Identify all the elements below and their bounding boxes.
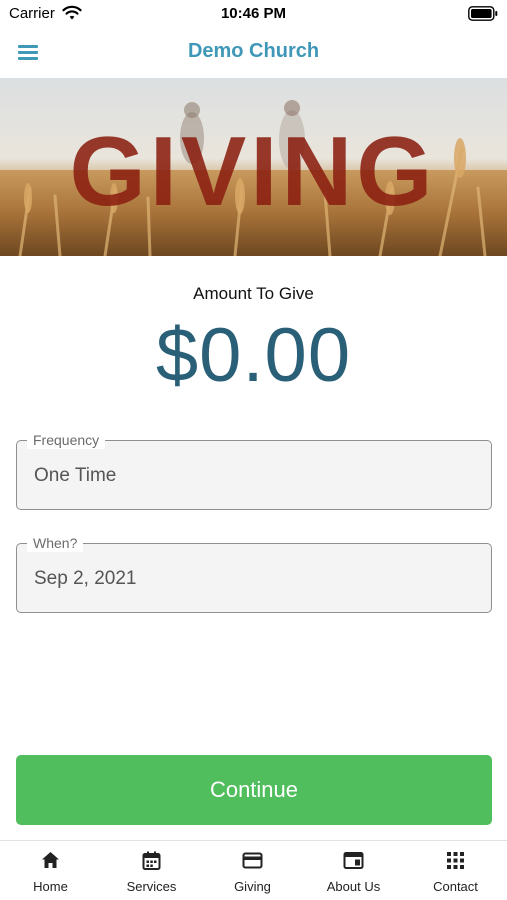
- continue-button[interactable]: Continue: [16, 755, 492, 825]
- tab-services-label: Services: [126, 879, 177, 894]
- when-field-value: Sep 2, 2021: [34, 568, 137, 589]
- home-icon: [42, 852, 59, 868]
- calendar-icon: [142, 851, 161, 870]
- tab-contact-label: Contact: [433, 879, 478, 894]
- amount-value[interactable]: $0.00: [0, 312, 507, 399]
- browser-window-icon: [343, 852, 364, 869]
- tab-bar: Home Services Giving About Us Contact: [0, 840, 507, 900]
- tab-services[interactable]: Services: [101, 841, 202, 900]
- tab-contact[interactable]: Contact: [405, 841, 506, 900]
- credit-card-icon: [242, 852, 263, 869]
- tab-giving-label: Giving: [234, 879, 271, 894]
- tab-giving[interactable]: Giving: [202, 841, 303, 900]
- frequency-field-value: One Time: [34, 465, 117, 486]
- amount-label: Amount To Give: [193, 284, 314, 303]
- when-field-label: When?: [27, 534, 84, 552]
- frequency-field[interactable]: Frequency One Time: [16, 431, 492, 510]
- page-title: Demo Church: [187, 40, 320, 62]
- navigation-bar: Demo Church: [0, 28, 507, 78]
- status-bar: Carrier 10:46 PM: [0, 0, 507, 28]
- giving-banner-image: GIVING: [0, 78, 507, 256]
- when-date-field[interactable]: When? Sep 2, 2021: [16, 534, 492, 613]
- battery-icon: [468, 6, 498, 21]
- banner-title: GIVING: [69, 116, 436, 226]
- tab-about-us-label: About Us: [326, 879, 381, 894]
- tab-about-us[interactable]: About Us: [303, 841, 404, 900]
- frequency-field-label: Frequency: [27, 431, 106, 449]
- tab-home[interactable]: Home: [0, 841, 101, 900]
- tab-home-label: Home: [33, 879, 68, 894]
- status-time: 10:46 PM: [220, 5, 287, 22]
- grid-dots-icon: [447, 852, 464, 869]
